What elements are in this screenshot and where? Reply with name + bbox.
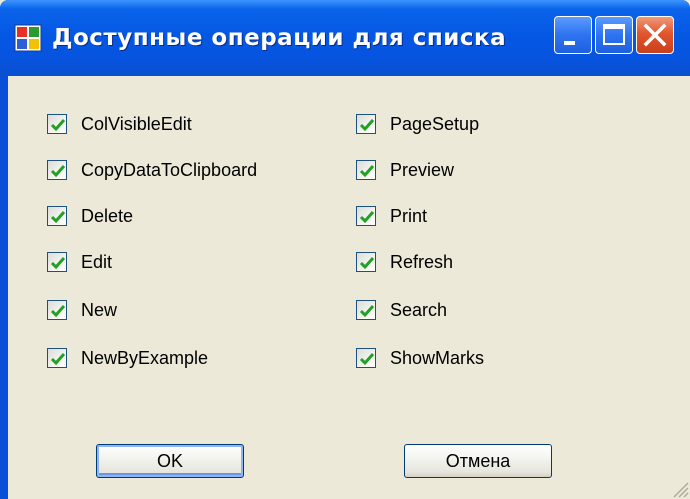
checkbox-box[interactable] bbox=[47, 300, 67, 320]
checkbox-pagesetup[interactable]: PageSetup bbox=[356, 112, 479, 136]
checkbox-preview[interactable]: Preview bbox=[356, 158, 454, 182]
checkbox-colvisibleedit[interactable]: ColVisibleEdit bbox=[47, 112, 192, 136]
dialog-window: Доступные операции для списка ColVisible… bbox=[0, 0, 690, 499]
checkbox-label: CopyDataToClipboard bbox=[81, 159, 258, 180]
checkbox-copydatatoclipboard[interactable]: CopyDataToClipboard bbox=[47, 158, 257, 182]
checkbox-search[interactable]: Search bbox=[356, 298, 447, 322]
dialog-body: ColVisibleEdit CopyDataToClipboard Delet… bbox=[8, 76, 690, 499]
checkbox-label: Delete bbox=[81, 205, 134, 226]
checkmark-icon bbox=[359, 211, 375, 224]
checkmark-icon bbox=[359, 257, 375, 270]
cancel-button[interactable]: Отмена bbox=[404, 444, 552, 478]
checkbox-label: PageSetup bbox=[390, 113, 480, 134]
checkbox-label: NewByExample bbox=[81, 347, 209, 368]
checkbox-label: Refresh bbox=[390, 251, 454, 272]
checkmark-icon bbox=[50, 119, 66, 132]
checkbox-edit[interactable]: Edit bbox=[47, 250, 112, 274]
checkbox-newbyexample[interactable]: NewByExample bbox=[47, 346, 208, 370]
checkbox-box[interactable] bbox=[47, 160, 67, 180]
app-icon bbox=[14, 24, 42, 52]
minimize-icon bbox=[564, 41, 575, 45]
checkbox-box[interactable] bbox=[356, 300, 376, 320]
checkbox-box[interactable] bbox=[47, 348, 67, 368]
checkmark-icon bbox=[50, 165, 66, 178]
checkbox-label: ShowMarks bbox=[390, 347, 485, 368]
checkbox-print[interactable]: Print bbox=[356, 204, 427, 228]
checkmark-icon bbox=[50, 211, 66, 224]
checkbox-box[interactable] bbox=[356, 114, 376, 134]
checkmark-icon bbox=[50, 353, 66, 366]
checkmark-icon bbox=[50, 257, 66, 270]
checkbox-label: ColVisibleEdit bbox=[81, 113, 192, 134]
checkbox-box[interactable] bbox=[47, 206, 67, 226]
ok-button[interactable]: OK bbox=[96, 444, 244, 478]
title-bar[interactable]: Доступные операции для списка bbox=[0, 0, 690, 76]
checkbox-showmarks[interactable]: ShowMarks bbox=[356, 346, 484, 370]
checkmark-icon bbox=[359, 119, 375, 132]
close-icon bbox=[643, 23, 667, 47]
checkbox-new[interactable]: New bbox=[47, 298, 117, 322]
resize-grip-icon[interactable] bbox=[668, 477, 690, 499]
checkbox-label: Search bbox=[390, 299, 448, 320]
checkbox-box[interactable] bbox=[47, 114, 67, 134]
checkbox-box[interactable] bbox=[356, 160, 376, 180]
checkmark-icon bbox=[359, 305, 375, 318]
checkmark-icon bbox=[50, 305, 66, 318]
close-button[interactable] bbox=[636, 16, 674, 54]
checkbox-label: Edit bbox=[81, 251, 113, 272]
checkmark-icon bbox=[359, 353, 375, 366]
window-title: Доступные операции для списка bbox=[52, 25, 507, 51]
checkbox-box[interactable] bbox=[356, 348, 376, 368]
minimize-button[interactable] bbox=[554, 16, 592, 54]
checkmark-icon bbox=[359, 165, 375, 178]
checkbox-label: New bbox=[81, 299, 118, 320]
maximize-icon bbox=[603, 24, 625, 45]
maximize-button[interactable] bbox=[595, 16, 633, 54]
checkbox-box[interactable] bbox=[356, 252, 376, 272]
checkbox-refresh[interactable]: Refresh bbox=[356, 250, 453, 274]
checkbox-label: Preview bbox=[390, 159, 455, 180]
checkbox-label: Print bbox=[390, 205, 428, 226]
checkbox-delete[interactable]: Delete bbox=[47, 204, 133, 228]
checkbox-box[interactable] bbox=[356, 206, 376, 226]
checkbox-box[interactable] bbox=[47, 252, 67, 272]
